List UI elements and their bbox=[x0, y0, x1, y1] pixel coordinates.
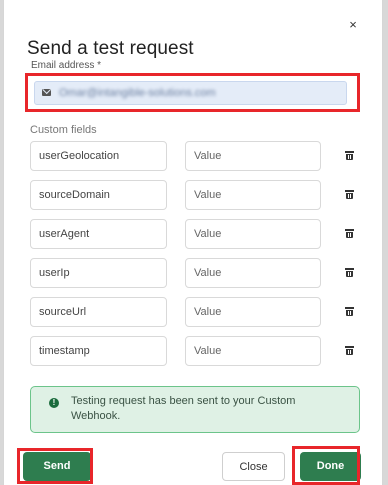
custom-field-value-input[interactable]: Value bbox=[185, 258, 321, 288]
close-icon[interactable]: × bbox=[346, 17, 360, 33]
custom-field-value-input[interactable]: Value bbox=[185, 141, 321, 171]
custom-field-key-input[interactable]: userAgent bbox=[30, 219, 167, 249]
email-value: Omar@intangible-solutions.com bbox=[59, 87, 216, 99]
custom-field-row: userAgent Value bbox=[4, 219, 382, 249]
custom-field-key-input[interactable]: userGeolocation bbox=[30, 141, 167, 171]
trash-icon[interactable] bbox=[345, 346, 354, 355]
send-button[interactable]: Send bbox=[23, 452, 91, 481]
custom-field-value-input[interactable]: Value bbox=[185, 297, 321, 327]
trash-icon[interactable] bbox=[345, 307, 354, 316]
notice-text: Testing request has been sent to your Cu… bbox=[71, 395, 296, 422]
trash-icon[interactable] bbox=[345, 229, 354, 238]
info-icon: ! bbox=[49, 398, 59, 408]
trash-icon[interactable] bbox=[345, 151, 354, 160]
custom-field-value-input[interactable]: Value bbox=[185, 219, 321, 249]
custom-field-key-input[interactable]: timestamp bbox=[30, 336, 167, 366]
custom-field-key-input[interactable]: userIp bbox=[30, 258, 167, 288]
close-button[interactable]: Close bbox=[222, 452, 285, 481]
test-request-modal: × Send a test request Email address * Om… bbox=[3, 0, 383, 485]
mail-icon bbox=[42, 89, 51, 96]
custom-field-value-input[interactable]: Value bbox=[185, 180, 321, 210]
success-notice: ! Testing request has been sent to your … bbox=[30, 386, 360, 433]
trash-icon[interactable] bbox=[345, 268, 354, 277]
backdrop-right bbox=[383, 0, 388, 485]
modal-title: Send a test request bbox=[27, 38, 194, 59]
custom-field-row: sourceDomain Value bbox=[4, 180, 382, 210]
email-label: Email address * bbox=[31, 60, 102, 69]
custom-field-value-input[interactable]: Value bbox=[185, 336, 321, 366]
done-button[interactable]: Done bbox=[300, 452, 361, 481]
custom-field-row: timestamp Value bbox=[4, 336, 382, 366]
email-field[interactable]: Omar@intangible-solutions.com bbox=[34, 81, 347, 105]
custom-field-key-input[interactable]: sourceUrl bbox=[30, 297, 167, 327]
custom-field-row: sourceUrl Value bbox=[4, 297, 382, 327]
custom-fields-label: Custom fields bbox=[30, 124, 97, 136]
custom-field-key-input[interactable]: sourceDomain bbox=[30, 180, 167, 210]
trash-icon[interactable] bbox=[345, 190, 354, 199]
custom-field-row: userGeolocation Value bbox=[4, 141, 382, 171]
custom-field-row: userIp Value bbox=[4, 258, 382, 288]
